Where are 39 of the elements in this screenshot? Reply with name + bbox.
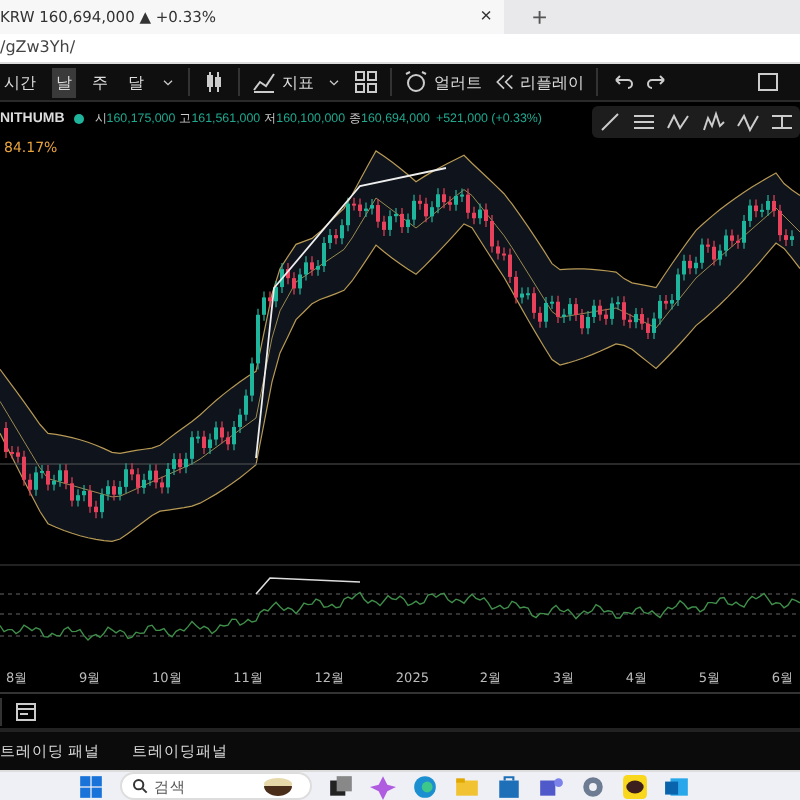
trend-line-icon[interactable] (597, 110, 622, 135)
search-icon (132, 778, 148, 794)
wave-icon[interactable] (735, 110, 760, 135)
trend-line[interactable] (255, 166, 447, 458)
windows-icon[interactable] (78, 773, 104, 799)
close-tab-button[interactable]: × (480, 7, 492, 27)
range-icon[interactable] (770, 110, 795, 135)
interval-button[interactable]: 달 (124, 67, 148, 98)
rewind-icon (494, 72, 514, 93)
new-tab-button[interactable]: + (504, 4, 548, 30)
chevron-down-icon[interactable] (160, 74, 176, 91)
zigzag-icon[interactable] (666, 110, 691, 135)
task-view-icon[interactable] (328, 773, 354, 799)
alert-button[interactable]: 얼러트 (404, 70, 482, 95)
interval-button[interactable]: 날 (52, 67, 76, 98)
parallel-lines-icon[interactable] (631, 110, 656, 135)
trend-line[interactable] (255, 576, 361, 594)
redo-icon[interactable] (646, 70, 670, 95)
status-dot (74, 114, 85, 125)
line-chart-icon (252, 70, 276, 95)
undo-icon[interactable] (610, 70, 634, 95)
store-icon[interactable] (496, 773, 522, 799)
sparkle-icon[interactable] (370, 773, 396, 799)
grid-icon[interactable] (354, 70, 378, 95)
candlestick-icon[interactable] (202, 70, 226, 95)
alarm-clock-icon (404, 70, 428, 95)
indicators-button[interactable]: 지표 (252, 70, 314, 95)
address-text[interactable]: /gZw3Yh/ (0, 38, 76, 57)
globe-icon[interactable] (412, 773, 438, 799)
chat-bubble-icon[interactable] (622, 773, 648, 799)
calendar-icon[interactable] (14, 699, 38, 724)
chevron-down-icon[interactable] (326, 74, 342, 91)
bowl-icon (260, 775, 296, 797)
interval-button[interactable]: 시간 (0, 67, 40, 98)
replay-button[interactable]: 리플레이 (494, 71, 584, 94)
interval-button[interactable]: 주 (88, 67, 112, 98)
pattern-icon[interactable] (701, 110, 726, 135)
mail-icon[interactable] (664, 773, 690, 799)
fullscreen-icon[interactable] (756, 70, 780, 95)
